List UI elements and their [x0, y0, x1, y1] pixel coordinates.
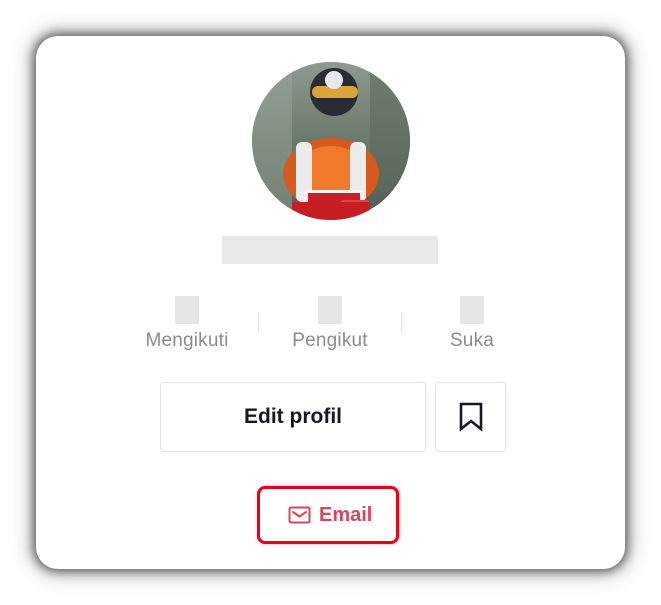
- following-count-redacted: [175, 296, 199, 324]
- email-link[interactable]: Email: [288, 500, 372, 530]
- likes-label: Suka: [449, 330, 495, 351]
- edit-profile-label: Edit profil: [244, 405, 342, 428]
- followers-count-redacted: [318, 296, 342, 324]
- likes-count-redacted: [460, 296, 484, 324]
- envelope-icon: [288, 506, 311, 524]
- stat-divider: [401, 312, 402, 332]
- followers-label: Pengikut: [292, 330, 368, 351]
- following-label: Mengikuti: [145, 330, 229, 351]
- username-redacted: [222, 236, 438, 264]
- profile-avatar[interactable]: [252, 62, 410, 220]
- avatar-image: [252, 62, 410, 220]
- stat-divider: [258, 312, 259, 332]
- bookmark-button[interactable]: [435, 382, 506, 452]
- edit-profile-button[interactable]: Edit profil: [160, 382, 426, 452]
- stat-followers[interactable]: Pengikut: [270, 296, 390, 352]
- stat-following[interactable]: Mengikuti: [127, 296, 247, 352]
- email-label: Email: [319, 503, 373, 526]
- stat-likes: Suka: [412, 296, 532, 352]
- bookmark-icon: [459, 402, 482, 432]
